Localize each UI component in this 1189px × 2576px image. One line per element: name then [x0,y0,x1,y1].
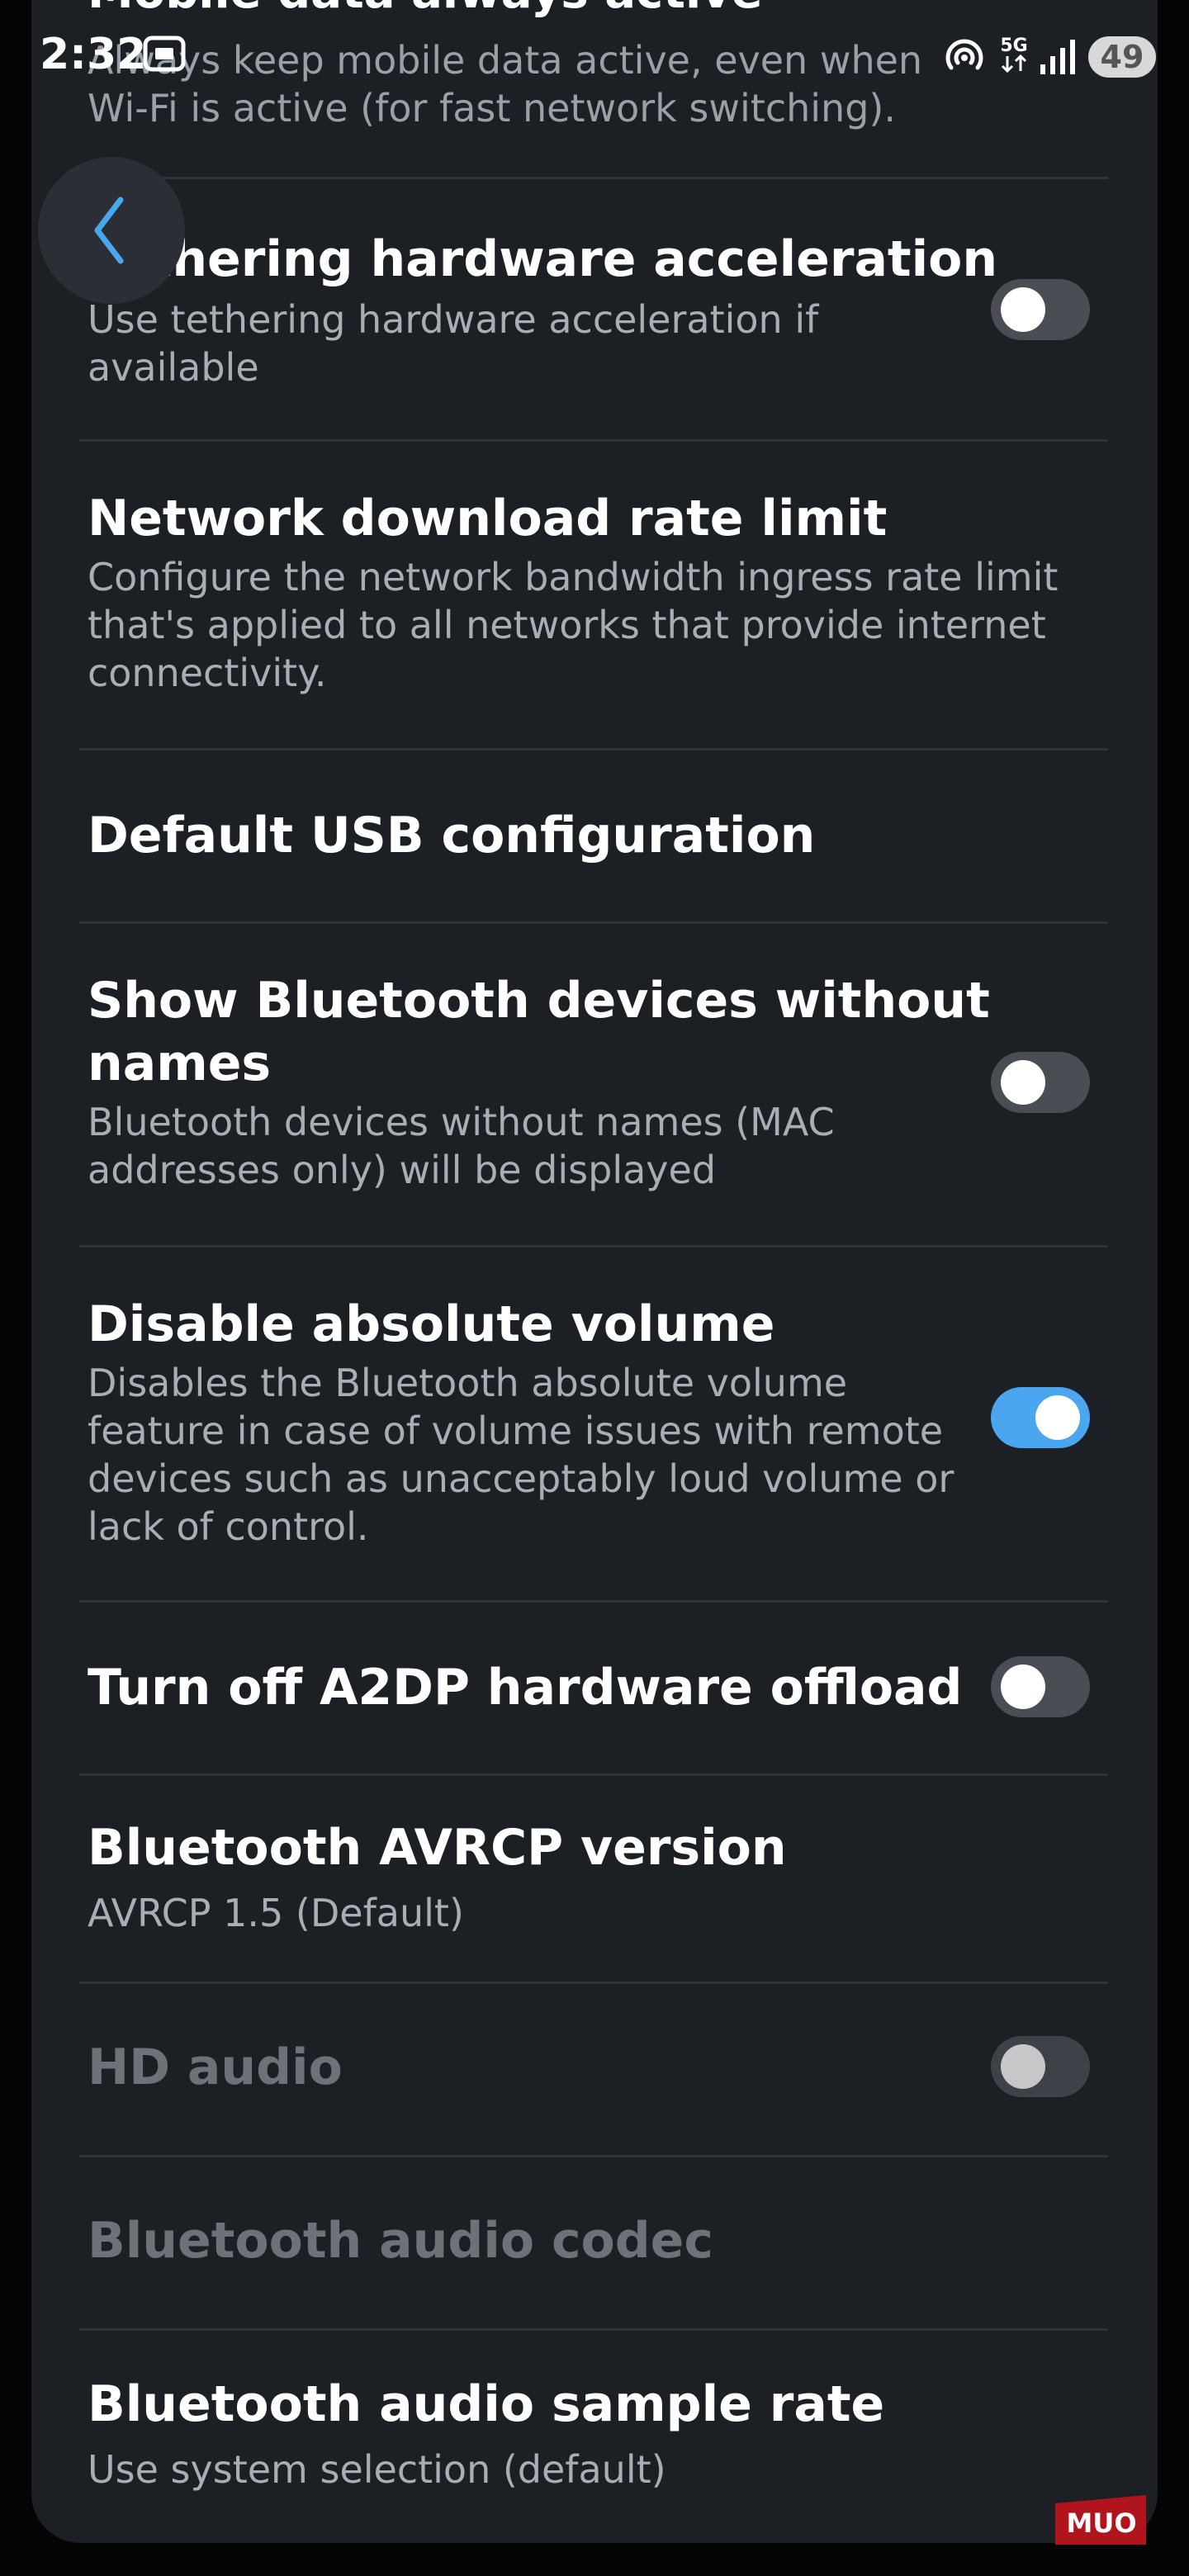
setting-a2dp-offload[interactable]: Turn off A2DP hardware offload [31,1602,1158,1773]
subtitle-line: Bluetooth devices without names (MAC [88,1100,835,1144]
setting-title: Bluetooth audio sample rate [88,2375,885,2433]
5g-label: 5G [1000,36,1027,56]
setting-hd-audio: HD audio [31,1983,1158,2155]
subtitle-line: feature in case of volume issues with re… [88,1409,944,1453]
screenshot-icon [142,33,187,78]
tethering-toggle[interactable] [991,279,1090,340]
setting-title: Disable absolute volume [88,1295,775,1353]
screen: 2:32 5G 49 Always keep mobile data activ… [0,0,1189,2576]
subtitle-line: devices such as unacceptably loud volume… [88,1456,955,1501]
setting-subtitle: AVRCP 1.5 (Default) [88,1889,464,1937]
title-line: names [88,1035,272,1092]
setting-subtitle: Use system selection (default) [88,2446,666,2493]
setting-tethering[interactable]: Tethering hardware acceleration Use teth… [31,178,1158,439]
subtitle-line: Disables the Bluetooth absolute volume [88,1361,848,1405]
setting-subtitle: Disables the Bluetooth absolute volume f… [88,1359,954,1551]
hotspot-icon [943,36,986,83]
subtitle-line: available [88,345,259,390]
toggle-knob [1001,1664,1045,1709]
settings-card: Mobile data always active Always keep mo… [31,0,1158,2543]
setting-avrcp-version[interactable]: Bluetooth AVRCP version AVRCP 1.5 (Defau… [31,1775,1158,1982]
setting-subtitle: Configure the network bandwidth ingress … [88,553,1058,697]
signal-icon [1037,36,1080,81]
setting-audio-sample-rate[interactable]: Bluetooth audio sample rate Use system s… [31,2330,1158,2543]
setting-title: Bluetooth AVRCP version [88,1819,787,1877]
setting-subtitle: Use tethering hardware acceleration if a… [88,296,818,391]
hd-audio-toggle [991,2036,1090,2097]
disable-absolute-volume-toggle[interactable] [991,1387,1090,1448]
setting-audio-codec: Bluetooth audio codec [31,2157,1158,2328]
5g-icon: 5G [994,31,1034,79]
battery-icon: 49 [1088,36,1156,78]
watermark-text: MUO [1066,2507,1136,2539]
title-line: Show Bluetooth devices without [88,972,990,1030]
bluetooth-without-names-toggle[interactable] [991,1052,1090,1113]
toggle-knob [1001,287,1045,332]
subtitle-line: Use system selection (default) [88,2447,666,2492]
subtitle-line: AVRCP 1.5 (Default) [88,1891,464,1935]
setting-title: Bluetooth audio codec [88,2212,713,2270]
subtitle-line: that's applied to all networks that prov… [88,603,1046,647]
setting-disable-absolute-volume[interactable]: Disable absolute volume Disables the Blu… [31,1247,1158,1600]
subtitle-line: Configure the network bandwidth ingress … [88,555,1059,599]
toggle-knob [1001,1060,1045,1105]
setting-bluetooth-without-names[interactable]: Show Bluetooth devices without names Blu… [31,923,1158,1245]
setting-title: Turn off A2DP hardware offload [88,1659,963,1717]
status-bar: 2:32 5G 49 [0,0,1189,116]
toggle-knob [1035,1395,1080,1440]
setting-title: Network download rate limit [88,490,888,547]
setting-usb-configuration[interactable]: Default USB configuration [31,750,1158,921]
setting-subtitle: Bluetooth devices without names (MAC add… [88,1098,835,1194]
toggle-knob [1001,2044,1045,2089]
setting-download-rate-limit[interactable]: Network download rate limit Configure th… [31,441,1158,748]
setting-title: HD audio [88,2039,343,2096]
subtitle-line: Use tethering hardware acceleration if [88,297,819,342]
muo-watermark-logo: MUO [1047,2487,1154,2553]
setting-title: Tethering hardware acceleration [88,230,998,288]
status-time: 2:32 [40,30,147,79]
subtitle-line: connectivity. [88,651,327,695]
back-button[interactable] [38,157,185,304]
a2dp-offload-toggle[interactable] [991,1656,1090,1717]
subtitle-line: lack of control. [88,1504,369,1549]
chevron-left-icon [94,197,124,264]
setting-title: Show Bluetooth devices without names [88,969,990,1095]
subtitle-line: addresses only) will be displayed [88,1148,717,1192]
setting-title: Default USB configuration [88,807,816,864]
